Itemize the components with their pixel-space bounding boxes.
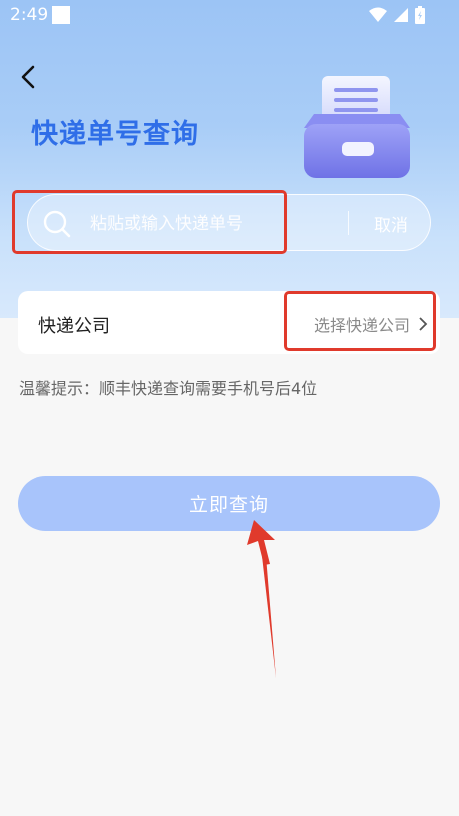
status-bar: 2:49 — [0, 0, 459, 30]
query-button[interactable]: 立即查询 — [18, 476, 440, 531]
cancel-button[interactable]: 取消 — [374, 211, 408, 236]
courier-company-label: 快递公司 — [38, 316, 110, 337]
annotation-highlight-select — [284, 291, 436, 351]
status-time: 2:49 — [10, 5, 49, 25]
signal-icon — [394, 8, 408, 22]
battery-icon — [415, 6, 425, 24]
status-icons — [369, 6, 425, 24]
page-title: 快递单号查询 — [31, 119, 199, 150]
parcel-box-illustration-icon — [304, 76, 410, 178]
wifi-icon — [369, 7, 387, 22]
back-arrow-icon[interactable] — [14, 62, 44, 92]
tip-text: 温馨提示：顺丰快递查询需要手机号后4位 — [19, 379, 318, 398]
search-divider — [348, 211, 349, 235]
notification-icon — [52, 6, 70, 24]
annotation-highlight-search — [12, 190, 287, 254]
